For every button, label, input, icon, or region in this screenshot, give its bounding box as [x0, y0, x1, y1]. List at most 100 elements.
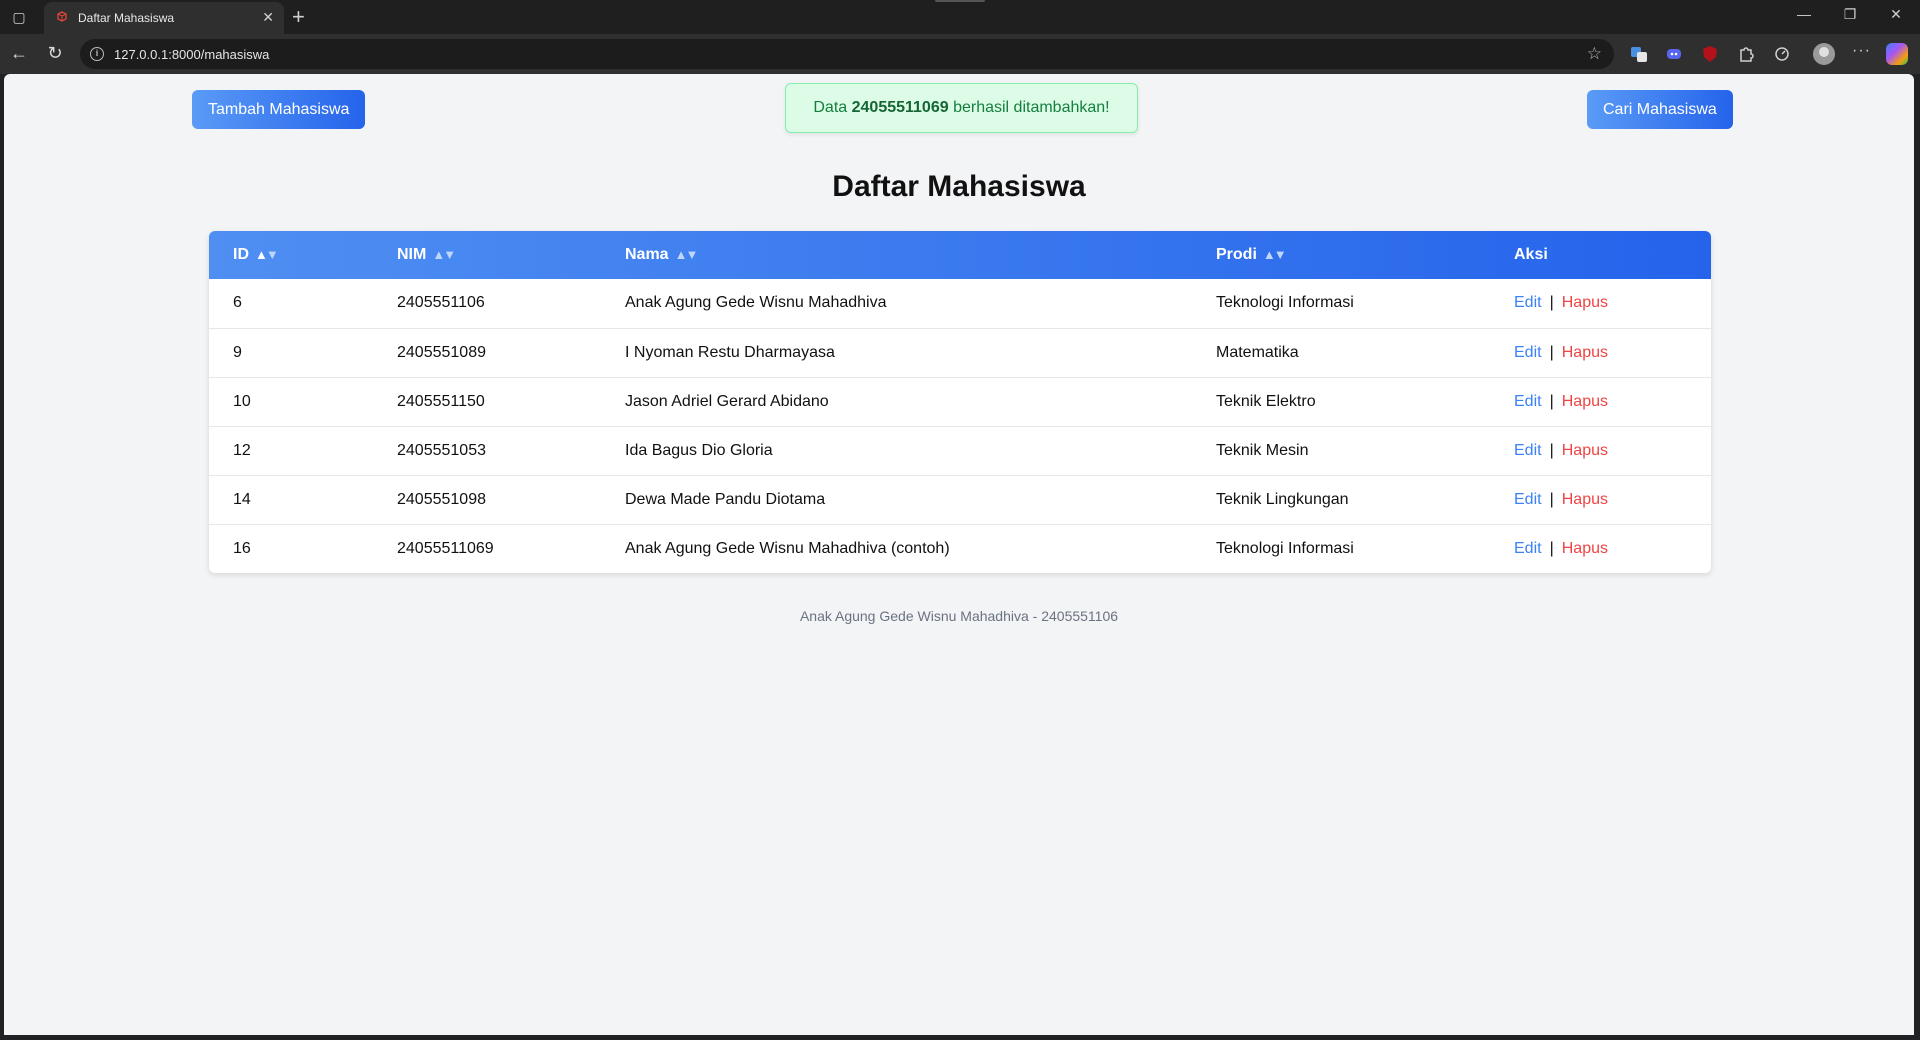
table-row: 10 2405551150 Jason Adriel Gerard Abidan… [209, 377, 1711, 426]
table-row: 16 24055511069 Anak Agung Gede Wisnu Mah… [209, 524, 1711, 573]
cell-nama: Ida Bagus Dio Gloria [625, 441, 773, 459]
page-viewport: Tambah Mahasiswa Data 24055511069 berhas… [4, 74, 1914, 1035]
browser-titlebar: ▢ Daftar Mahasiswa ✕ + — ❐ ✕ [0, 0, 1920, 34]
action-separator: | [1549, 343, 1554, 361]
cell-id: 6 [233, 294, 242, 312]
site-info-icon[interactable]: i [90, 47, 104, 61]
ublock-extension-icon[interactable] [1700, 44, 1720, 64]
delete-link[interactable]: Hapus [1562, 491, 1608, 508]
cell-prodi: Matematika [1216, 343, 1299, 361]
action-separator: | [1549, 294, 1554, 312]
tab-close-icon[interactable]: ✕ [262, 9, 274, 26]
success-alert: Data 24055511069 berhasil ditambahkan! [785, 83, 1138, 133]
alert-suffix: berhasil ditambahkan! [948, 99, 1110, 116]
edit-link[interactable]: Edit [1514, 442, 1542, 459]
page-title: Daftar Mahasiswa [832, 170, 1086, 203]
url-text[interactable]: 127.0.0.1:8000/mahasiswa [114, 47, 269, 62]
cell-id: 9 [233, 343, 242, 361]
close-window-icon[interactable]: ✕ [1876, 6, 1916, 23]
action-separator: | [1549, 490, 1554, 508]
tab-actions-icon[interactable]: ▢ [10, 8, 28, 26]
cell-id: 14 [233, 490, 251, 508]
bookmark-star-icon[interactable]: ☆ [1587, 44, 1602, 64]
edit-link[interactable]: Edit [1514, 540, 1542, 557]
delete-link[interactable]: Hapus [1562, 294, 1608, 311]
cell-prodi: Teknologi Informasi [1216, 539, 1354, 557]
minimize-icon[interactable]: — [1784, 6, 1824, 22]
header-aksi: Aksi [1514, 246, 1548, 263]
browser-tab[interactable]: Daftar Mahasiswa ✕ [44, 2, 284, 34]
sort-nim-icon[interactable]: ▲▼ [432, 247, 456, 262]
cell-nama: Anak Agung Gede Wisnu Mahadhiva [625, 294, 887, 312]
cell-prodi: Teknik Elektro [1216, 392, 1316, 410]
sort-id-icon[interactable]: ▲▼ [255, 247, 279, 262]
header-nama[interactable]: Nama ▲▼ [601, 231, 1192, 279]
cell-aksi: Edit | Hapus [1490, 279, 1711, 328]
sort-nama-icon[interactable]: ▲▼ [675, 247, 699, 262]
discord-extension-icon[interactable] [1664, 44, 1684, 64]
profile-avatar-icon[interactable] [1813, 43, 1835, 65]
cell-nim: 2405551106 [397, 294, 485, 312]
reload-icon[interactable]: ↻ [44, 43, 66, 64]
cell-aksi: Edit | Hapus [1490, 426, 1711, 475]
action-separator: | [1549, 441, 1554, 459]
table-row: 12 2405551053 Ida Bagus Dio Gloria Tekni… [209, 426, 1711, 475]
header-prodi[interactable]: Prodi ▲▼ [1192, 231, 1490, 279]
back-icon[interactable]: ← [8, 43, 30, 64]
cell-nim: 2405551098 [397, 490, 486, 508]
cell-nama: Jason Adriel Gerard Abidano [625, 392, 829, 410]
cell-id: 12 [233, 441, 251, 459]
performance-icon[interactable] [1772, 44, 1792, 64]
sort-prodi-icon[interactable]: ▲▼ [1263, 247, 1287, 262]
table-row: 14 2405551098 Dewa Made Pandu Diotama Te… [209, 475, 1711, 524]
cell-nim: 2405551053 [397, 441, 486, 459]
laravel-favicon-icon [57, 11, 67, 22]
header-nim[interactable]: NIM ▲▼ [373, 231, 601, 279]
search-student-button[interactable]: Cari Mahasiswa [1587, 90, 1733, 129]
cell-aksi: Edit | Hapus [1490, 524, 1711, 573]
action-separator: | [1549, 392, 1554, 410]
alert-nim: 24055511069 [851, 99, 949, 116]
copilot-icon[interactable] [1886, 43, 1908, 65]
edit-link[interactable]: Edit [1514, 344, 1542, 361]
cell-id: 10 [233, 392, 251, 410]
cell-nim: 2405551150 [397, 392, 485, 410]
page-footer: Anak Agung Gede Wisnu Mahadhiva - 240555… [799, 608, 1119, 624]
restore-icon[interactable]: ❐ [1830, 6, 1870, 23]
new-tab-icon[interactable]: + [292, 4, 305, 30]
student-table-card: ID ▲▼ NIM ▲▼ Nama ▲▼ Prodi ▲▼ Aksi 6 240… [209, 231, 1711, 573]
cell-nama: Dewa Made Pandu Diotama [625, 490, 826, 508]
student-table: ID ▲▼ NIM ▲▼ Nama ▲▼ Prodi ▲▼ Aksi 6 240… [209, 231, 1711, 573]
cell-id: 16 [233, 539, 251, 557]
table-row: 6 2405551106 Anak Agung Gede Wisnu Mahad… [209, 279, 1711, 328]
cell-prodi: Teknik Mesin [1216, 441, 1309, 459]
cell-prodi: Teknologi Informasi [1216, 294, 1354, 312]
delete-link[interactable]: Hapus [1562, 393, 1608, 410]
edit-link[interactable]: Edit [1514, 393, 1542, 410]
cell-aksi: Edit | Hapus [1490, 328, 1711, 377]
window-drag-handle[interactable] [935, 0, 985, 2]
browser-toolbar: ← ↻ i 127.0.0.1:8000/mahasiswa ☆ ··· [0, 34, 1920, 74]
cell-nim: 24055511069 [397, 539, 494, 557]
delete-link[interactable]: Hapus [1562, 540, 1608, 557]
alert-prefix: Data [813, 99, 852, 116]
cell-aksi: Edit | Hapus [1490, 377, 1711, 426]
cell-nim: 2405551089 [397, 343, 486, 361]
edit-link[interactable]: Edit [1514, 294, 1542, 311]
action-separator: | [1549, 539, 1554, 557]
cell-nama: I Nyoman Restu Dharmayasa [625, 343, 835, 361]
add-student-button[interactable]: Tambah Mahasiswa [192, 90, 366, 129]
cell-aksi: Edit | Hapus [1490, 475, 1711, 524]
translate-extension-icon[interactable] [1629, 44, 1649, 64]
header-id[interactable]: ID ▲▼ [209, 231, 373, 279]
cell-nama: Anak Agung Gede Wisnu Mahadhiva (contoh) [625, 539, 950, 557]
delete-link[interactable]: Hapus [1562, 442, 1608, 459]
delete-link[interactable]: Hapus [1562, 344, 1608, 361]
address-bar[interactable]: i 127.0.0.1:8000/mahasiswa ☆ [80, 39, 1614, 69]
table-row: 9 2405551089 I Nyoman Restu Dharmayasa M… [209, 328, 1711, 377]
table-header-row: ID ▲▼ NIM ▲▼ Nama ▲▼ Prodi ▲▼ Aksi [209, 231, 1711, 279]
edit-link[interactable]: Edit [1514, 491, 1542, 508]
more-options-icon[interactable]: ··· [1852, 42, 1871, 60]
cell-prodi: Teknik Lingkungan [1216, 490, 1349, 508]
extensions-puzzle-icon[interactable] [1736, 44, 1756, 64]
